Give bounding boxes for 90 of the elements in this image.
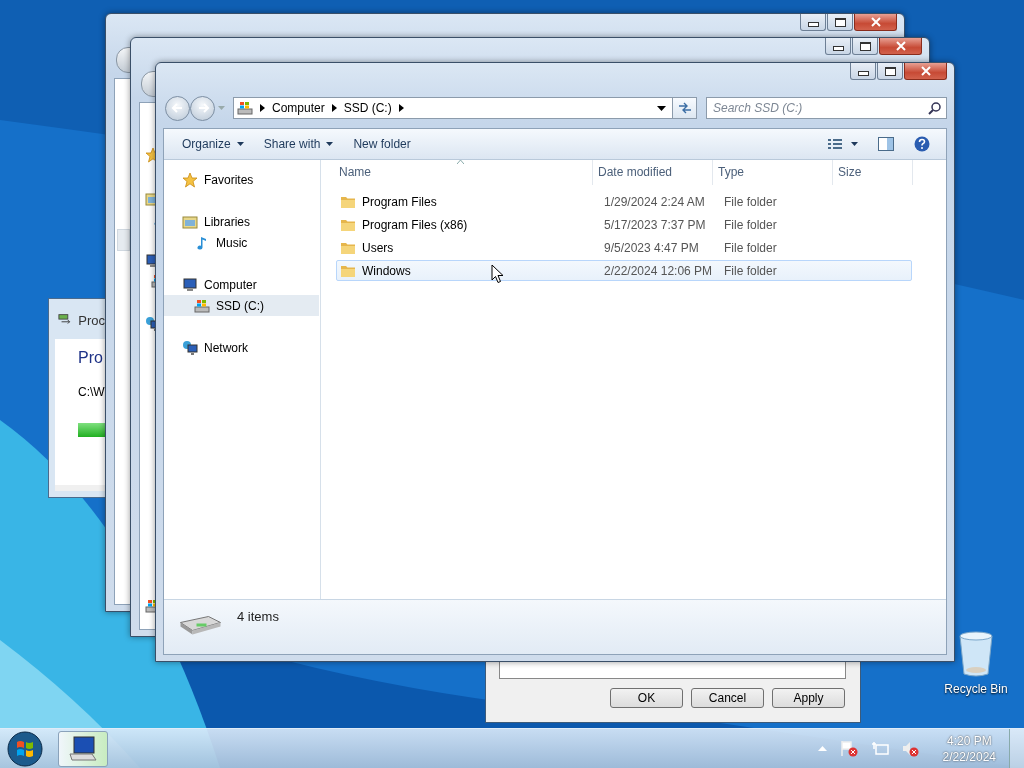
library-icon [182, 213, 198, 230]
drive-icon [194, 297, 210, 314]
column-header[interactable]: Size [833, 160, 913, 185]
view-list-icon [828, 138, 858, 150]
type-cell-text: File folder [724, 240, 778, 255]
address-bar[interactable]: Computer SSD (C:) [233, 97, 673, 119]
file-row[interactable]: Program Files (x86) 5/17/2023 7:37 PM File folder [336, 214, 912, 235]
type-cell-text: File folder [724, 217, 778, 232]
type-cell-text: File folder [724, 263, 778, 278]
forward-button[interactable] [190, 95, 215, 121]
file-row[interactable]: Program Files 1/29/2024 2:24 AM File folder [336, 191, 912, 212]
refresh-button[interactable] [673, 97, 697, 119]
nav-item[interactable]: Favorites [164, 169, 319, 190]
maximize-button[interactable] [877, 63, 903, 80]
close-icon [869, 17, 882, 27]
folder-icon [340, 263, 356, 278]
flag-icon[interactable] [839, 740, 858, 757]
close-button[interactable] [879, 38, 922, 55]
dialog-heading: Pro [78, 349, 104, 367]
minimize-button[interactable] [850, 63, 876, 80]
close-button[interactable] [904, 63, 947, 80]
date-cell-text: 2/22/2024 12:06 PM [604, 263, 714, 278]
column-header[interactable]: Name [321, 160, 593, 185]
help-icon [914, 136, 930, 152]
close-icon [894, 41, 907, 51]
nav-item[interactable]: Computer [164, 274, 319, 295]
drive-icon [180, 616, 221, 635]
recycle-bin-icon[interactable] [956, 630, 996, 678]
chevron-icon[interactable] [331, 104, 337, 112]
close-button[interactable] [854, 14, 897, 31]
copy-icon [58, 313, 73, 327]
pane-icon [878, 137, 894, 151]
drive-icon [237, 100, 253, 116]
chevron-icon[interactable] [260, 104, 265, 112]
column-header[interactable]: Date modified [593, 160, 713, 185]
minimize-button[interactable] [800, 14, 826, 31]
minimize-icon [807, 21, 819, 27]
desktop-icon-label[interactable]: Recycle Bin [944, 682, 1008, 696]
minimize-icon [832, 45, 844, 51]
breadcrumb[interactable]: SSD (C:) [343, 101, 392, 115]
dialog-button[interactable]: OK [610, 688, 683, 708]
file-name: Program Files (x86) [362, 217, 468, 232]
speaker-icon[interactable] [901, 740, 920, 757]
toolbar-button[interactable]: New folder [345, 134, 419, 154]
file-name: Users [362, 240, 394, 255]
date-cell-text: 9/5/2023 4:47 PM [604, 240, 700, 255]
maximize-button[interactable] [827, 14, 853, 31]
refresh-icon [677, 102, 692, 114]
dialog-button[interactable]: Cancel [691, 688, 764, 708]
star-icon [182, 171, 198, 188]
maximize-icon [834, 17, 846, 27]
network-icon [182, 339, 198, 356]
minimize-icon [857, 70, 869, 76]
search-icon[interactable] [928, 102, 941, 115]
dialog-button[interactable]: Apply [772, 688, 845, 708]
search-field[interactable]: Search SSD (C:) [706, 97, 947, 119]
file-row[interactable]: Users 9/5/2023 4:47 PM File folder [336, 237, 912, 258]
nav-item[interactable]: Music [164, 232, 319, 253]
nav-item[interactable]: Network [164, 337, 319, 358]
item-count: 4 items [237, 609, 279, 624]
column-header[interactable]: Type [713, 160, 833, 185]
type-cell-text: File folder [724, 194, 778, 209]
file-name: Program Files [362, 194, 437, 209]
nav-item[interactable]: SSD (C:) [164, 295, 319, 316]
folder-icon [340, 240, 356, 255]
back-arrow-icon [170, 101, 185, 115]
toolbar-button[interactable]: Organize [174, 134, 252, 154]
date-cell-text: 1/29/2024 2:24 AM [604, 194, 706, 209]
file-name: Windows [362, 263, 411, 278]
toolbar-button[interactable]: Share with [255, 134, 342, 154]
window-title: Proc [78, 312, 105, 328]
computer-icon [68, 735, 98, 762]
close-icon [919, 66, 932, 76]
date-cell-text: 5/17/2023 7:37 PM [604, 217, 707, 232]
minimize-button[interactable] [825, 38, 851, 55]
start-button[interactable] [7, 730, 43, 767]
maximize-button[interactable] [852, 38, 878, 55]
breadcrumb[interactable]: Computer [272, 101, 325, 115]
nav-item[interactable]: Libraries [164, 211, 319, 232]
file-path: C:\W [78, 385, 105, 399]
maximize-icon [859, 41, 871, 51]
maximize-icon [884, 66, 896, 76]
folder-icon [340, 217, 356, 232]
file-row[interactable]: Windows 2/22/2024 12:06 PM File folder [336, 260, 912, 281]
folder-icon [340, 194, 356, 209]
cursor-icon [491, 264, 504, 284]
chevron-icon[interactable] [398, 104, 404, 112]
dropdown-arrow-icon[interactable] [657, 105, 666, 111]
taskbar-button[interactable] [58, 730, 108, 767]
computer-icon [182, 276, 198, 293]
